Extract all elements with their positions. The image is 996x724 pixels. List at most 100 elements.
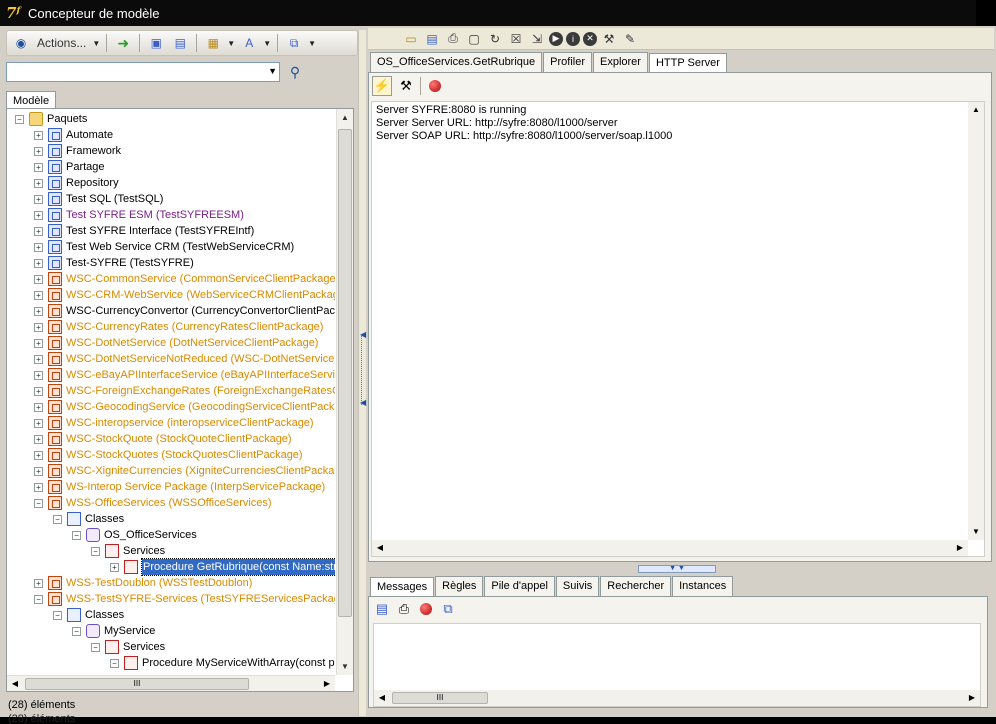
model-tree[interactable]: − Paquets + Automate + Framework + Partage + Repo… [6,108,354,692]
expand-node-icon[interactable]: + [34,578,43,588]
collapse-node-icon[interactable]: − [72,530,81,540]
expand-node-icon[interactable]: + [34,370,43,380]
tree-node[interactable]: − MyService [7,623,335,639]
collapse-node-icon[interactable]: − [34,594,43,604]
paste-icon[interactable]: ▦ [203,33,223,53]
tree-node[interactable]: + WSC-ForeignExchangeRates (ForeignExchan… [7,383,335,399]
expand-node-icon[interactable]: + [34,434,43,444]
expand-node-icon[interactable]: + [34,466,43,476]
scroll-left-arrow-icon[interactable]: ◀ [374,690,390,706]
info-icon[interactable]: i [566,31,580,46]
scroll-right-arrow-icon[interactable]: ▶ [952,540,968,556]
collapse-node-icon[interactable]: − [72,626,81,636]
back-icon[interactable]: ➜ [113,33,133,53]
collapse-node-icon[interactable]: − [110,658,119,668]
filter-dropdown-arrow-icon[interactable]: ▼ [308,39,316,48]
expand-node-icon[interactable]: + [34,450,43,460]
save-icon[interactable]: ▤ [170,33,190,53]
expand-node-icon[interactable]: + [34,226,43,236]
expand-node-icon[interactable]: + [34,418,43,428]
scroll-up-arrow-icon[interactable]: ▲ [968,102,984,118]
search-combo[interactable]: ▼ [6,62,280,82]
stop-icon[interactable]: ✕ [583,31,597,46]
tree-node[interactable]: + WSS-TestDoublon (WSSTestDoublon) [7,575,335,591]
tree-node[interactable]: + Test Web Service CRM (TestWebServiceCRM… [7,239,335,255]
record-stop-button[interactable] [417,600,435,618]
tree-node[interactable]: + WSC-DotNetService (DotNetServiceClientP… [7,335,335,351]
tree-node[interactable]: + WSC-StockQuote (StockQuoteClientPackage… [7,431,335,447]
horizontal-splitter-handle[interactable]: ▼ ▼ [638,565,716,573]
tab-doc-0[interactable]: OS_OfficeServices.GetRubrique [370,52,543,72]
scroll-up-arrow-icon[interactable]: ▲ [337,109,353,126]
combo-dropdown-arrow-icon[interactable]: ▼ [268,66,277,76]
expand-node-icon[interactable]: + [34,130,43,140]
tree-node[interactable]: − Paquets [7,111,335,127]
expand-node-icon[interactable]: + [34,242,43,252]
expand-node-icon[interactable]: + [34,178,43,188]
text-format-icon[interactable]: A [239,33,259,53]
messages-list[interactable]: ◀ III ▶ [373,623,981,707]
server-log[interactable]: Server SYFRE:8080 is running Server Serve… [371,101,985,557]
actions-menu-button[interactable]: Actions... [35,33,88,53]
forward-icon[interactable]: ▶ [549,31,563,46]
tree-node[interactable]: + WSC-eBayAPIInterfaceService (eBayAPIInt… [7,367,335,383]
record-stop-button[interactable] [425,76,445,96]
tree-horizontal-scrollbar[interactable]: ◀ III ▶ [7,675,335,691]
expand-node-icon[interactable]: + [34,386,43,396]
tree-node[interactable]: + Test-SYFRE (TestSYFRE) [7,255,335,271]
collapse-node-icon[interactable]: − [53,514,62,524]
tree-node[interactable]: − Services [7,543,335,559]
export-icon[interactable]: ⇲ [528,30,546,48]
text-format-dropdown-arrow-icon[interactable]: ▼ [263,39,271,48]
tab-doc-1[interactable]: Profiler [543,52,592,72]
scroll-thumb[interactable]: III [392,692,488,704]
vertical-splitter[interactable]: ◀ ◀ [358,30,366,716]
page-icon[interactable]: ▢ [465,30,483,48]
tab-msg-2[interactable]: Pile d'appel [484,576,555,596]
expand-node-icon[interactable]: + [34,482,43,492]
tree-node[interactable]: − WSS-TestSYFRE-Services (TestSYFREServic… [7,591,335,607]
expand-node-icon[interactable]: + [34,210,43,220]
expand-node-icon[interactable]: + [34,322,43,332]
tree-node[interactable]: + Test SYFRE Interface (TestSYFREIntf) [7,223,335,239]
tab-msg-3[interactable]: Suivis [555,576,600,596]
start-server-icon[interactable]: ⚡ [372,76,392,96]
messages-horizontal-scrollbar[interactable]: ◀ III ▶ [374,690,980,706]
tree-node[interactable]: + WSC-CurrencyRates (CurrencyRatesClientP… [7,319,335,335]
print-icon[interactable]: ⎙ [444,30,462,48]
tree-node[interactable]: + Test SQL (TestSQL) [7,191,335,207]
tab-msg-4[interactable]: Rechercher [600,576,672,596]
tree-node[interactable]: + Repository [7,175,335,191]
scroll-down-arrow-icon[interactable]: ▼ [968,524,984,540]
scroll-left-arrow-icon[interactable]: ◀ [7,676,23,691]
tree-node[interactable]: − Classes [7,607,335,623]
tree-node[interactable]: + Test SYFRE ESM (TestSYFREESM) [7,207,335,223]
save-icon[interactable]: ▤ [423,30,441,48]
tree-node[interactable]: + WSC-XigniteCurrencies (XigniteCurrencie… [7,463,335,479]
collapse-node-icon[interactable]: − [15,114,24,124]
expand-node-icon[interactable]: + [34,290,43,300]
log-horizontal-scrollbar[interactable]: ◀ ▶ [372,540,968,556]
expand-node-icon[interactable]: + [34,354,43,364]
tab-msg-0[interactable]: Messages [370,577,435,597]
tree-node[interactable]: − WSS-OfficeServices (WSSOfficeServices) [7,495,335,511]
scroll-right-arrow-icon[interactable]: ▶ [319,676,335,691]
tree-node[interactable]: − OS_OfficeServices [7,527,335,543]
expand-node-icon[interactable]: + [34,258,43,268]
search-icon[interactable]: ⚲ [284,62,306,82]
tree-node[interactable]: + WS-Interop Service Package (InterpServi… [7,479,335,495]
tree-node[interactable]: + WSC-StockQuotes (StockQuotesClientPacka… [7,447,335,463]
save-all-icon[interactable]: ▣ [146,33,166,53]
expand-node-icon[interactable]: + [34,146,43,156]
collapse-left-arrow-icon[interactable]: ◀ [360,398,366,408]
tree-node[interactable]: − Procedure MyServiceWithArray(const p [7,655,335,671]
splitter-grip[interactable] [361,335,365,405]
collapse-node-icon[interactable]: − [34,498,43,508]
collapse-node-icon[interactable]: − [53,610,62,620]
tab-msg-1[interactable]: Règles [435,576,484,596]
save-icon[interactable]: ▤ [373,600,391,618]
print-icon[interactable]: ⎙ [395,600,413,618]
tree-node[interactable]: + WSC-GeocodingService (GeocodingServiceC… [7,399,335,415]
tree-node[interactable]: + WSC-CurrencyConvertor (CurrencyConverto… [7,303,335,319]
scroll-down-arrow-icon[interactable]: ▼ [337,658,353,675]
